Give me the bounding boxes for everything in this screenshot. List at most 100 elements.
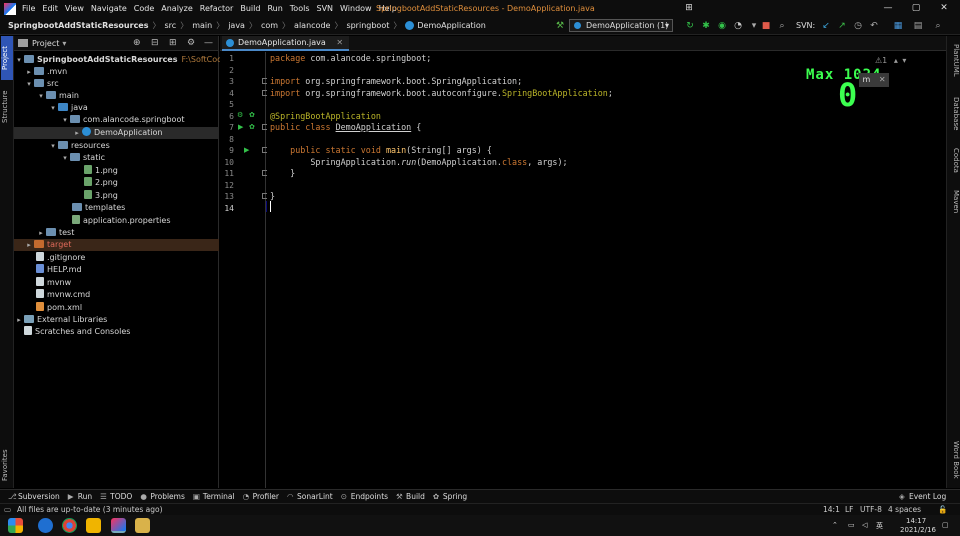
chevron-down-icon[interactable]: ▾	[48, 140, 58, 152]
status-icon[interactable]: ▭	[4, 504, 11, 515]
run-class-icon[interactable]: ▶	[238, 122, 243, 133]
tree-item-templates[interactable]: templates	[14, 202, 219, 214]
file-encoding[interactable]: UTF-8	[860, 504, 882, 515]
tree-item-static[interactable]: ▾ static	[14, 152, 219, 164]
tree-item-main[interactable]: ▾ main	[14, 90, 219, 102]
chevron-down-icon[interactable]: ▾	[48, 102, 58, 114]
revert-icon[interactable]: ↶	[869, 21, 879, 31]
chevron-down-icon[interactable]: ▾	[60, 114, 70, 126]
chevron-down-icon[interactable]: ▾	[36, 90, 46, 102]
menu-file[interactable]: File	[22, 4, 35, 13]
breadcrumb-com[interactable]: com	[261, 21, 278, 30]
tree-item-help-md[interactable]: HELP.md	[14, 264, 219, 276]
tree-item-mvnw-cmd[interactable]: mvnw.cmd	[14, 289, 219, 301]
breadcrumb-project[interactable]: SpringbootAddStaticResources	[8, 21, 149, 30]
menu-tools[interactable]: Tools	[290, 4, 310, 13]
tool-event-log[interactable]: ◈ Event Log	[899, 492, 946, 501]
tool-build[interactable]: ⚒ Build	[396, 492, 425, 501]
folder-icon[interactable]	[135, 518, 150, 533]
menu-navigate[interactable]: Navigate	[91, 4, 127, 13]
notification-icon[interactable]: ▢	[942, 521, 949, 529]
tool-sonarlint[interactable]: ◠ SonarLint	[287, 492, 333, 501]
file-explorer-icon[interactable]	[86, 518, 101, 533]
tool-terminal[interactable]: ▣ Terminal	[193, 492, 235, 501]
network-icon[interactable]: ▭	[848, 521, 855, 529]
taskbar-date[interactable]: 2021/2/16	[900, 526, 936, 534]
tree-item-mvn[interactable]: ▸ .mvn	[14, 66, 219, 78]
collapse-all-icon[interactable]: ⊟	[151, 38, 159, 48]
restore-icon[interactable]: ▢	[902, 0, 930, 17]
close-tab-icon[interactable]: ✕	[336, 38, 343, 47]
tree-item-test[interactable]: ▸ test	[14, 227, 219, 239]
caret-position[interactable]: 14:1	[823, 504, 840, 515]
status-message[interactable]: All files are up-to-date (3 minutes ago)	[17, 504, 163, 515]
minimize-icon[interactable]: —	[874, 0, 902, 17]
breadcrumb-main[interactable]: main	[192, 21, 212, 30]
coverage-icon[interactable]: ◉	[717, 21, 727, 31]
chevron-down-icon[interactable]: ▾	[24, 78, 34, 90]
chevron-right-icon[interactable]: ▸	[14, 314, 24, 326]
tree-item-package[interactable]: ▾ com.alancode.springboot	[14, 114, 219, 126]
chevron-right-icon[interactable]: ▸	[24, 66, 34, 78]
tab-project[interactable]: Project	[1, 36, 13, 80]
tool-run[interactable]: ▶ Run	[68, 492, 92, 501]
expand-all-icon[interactable]: ⊞	[169, 38, 177, 48]
breadcrumb-springboot[interactable]: springboot	[346, 21, 389, 30]
spring-boot-icon[interactable]: ✿	[249, 122, 255, 133]
search-everywhere-icon[interactable]: ⌕	[933, 21, 943, 31]
tool-todo[interactable]: ☰ TODO	[100, 492, 132, 501]
tree-item-png-3[interactable]: 3.png	[14, 190, 219, 202]
chevron-down-icon[interactable]: ▾	[902, 56, 906, 65]
breadcrumb-demoapplication[interactable]: DemoApplication	[417, 21, 485, 30]
chevron-down-icon[interactable]: ▾	[14, 54, 24, 66]
tree-item-png-2[interactable]: 2.png	[14, 177, 219, 189]
gear-icon[interactable]: ⚙	[187, 38, 195, 48]
chevron-down-icon[interactable]: ▾	[62, 39, 66, 48]
tree-item-png-1[interactable]: 1.png	[14, 165, 219, 177]
tree-item-application-properties[interactable]: application.properties	[14, 215, 219, 227]
chevron-right-icon[interactable]: ▸	[72, 127, 82, 139]
debug-icon[interactable]: ✱	[701, 21, 711, 31]
menu-run[interactable]: Run	[267, 4, 282, 13]
menu-refactor[interactable]: Refactor	[200, 4, 234, 13]
tab-structure[interactable]: Structure	[1, 84, 13, 130]
spring-bean-icon[interactable]: ⚙	[237, 110, 243, 121]
chevron-right-icon[interactable]: ▸	[36, 227, 46, 239]
tab-favorites[interactable]: Favorites	[1, 444, 13, 486]
close-icon[interactable]: ✕	[930, 0, 958, 17]
spring-boot-icon[interactable]: ✿	[249, 110, 255, 121]
volume-icon[interactable]: ◁	[862, 521, 867, 529]
tree-item-mvnw[interactable]: mvnw	[14, 277, 219, 289]
breadcrumb-alancode[interactable]: alancode	[294, 21, 330, 30]
menu-code[interactable]: Code	[134, 4, 154, 13]
project-structure-icon[interactable]: ▦	[893, 21, 903, 31]
tree-item-root[interactable]: ▾SpringbootAddStaticResourcesF:\SoftCode…	[14, 54, 262, 66]
profile-icon[interactable]: ◔	[733, 21, 743, 31]
svn-commit-icon[interactable]: ↗	[837, 21, 847, 31]
menu-edit[interactable]: Edit	[42, 4, 58, 13]
intellij-taskbar-icon[interactable]	[111, 518, 126, 533]
tree-item-resources[interactable]: ▾ resources	[14, 140, 219, 152]
menu-build[interactable]: Build	[240, 4, 260, 13]
terminal-icon[interactable]: ▤	[913, 21, 923, 31]
hide-icon[interactable]: —	[204, 38, 213, 48]
history-icon[interactable]: ◷	[853, 21, 863, 31]
svn-update-icon[interactable]: ↙	[821, 21, 831, 31]
tool-subversion[interactable]: ⎇Subversion	[8, 492, 60, 501]
build-hammer-icon[interactable]: ⚒	[555, 21, 565, 31]
chevron-down-icon[interactable]: ▾	[60, 152, 70, 164]
line-separator[interactable]: LF	[845, 504, 854, 515]
tab-database[interactable]: Database	[948, 94, 960, 134]
menu-view[interactable]: View	[65, 4, 84, 13]
search-icon[interactable]: ⌕	[777, 21, 787, 31]
tree-item-target[interactable]: ▸ target	[14, 239, 219, 251]
tree-item-java[interactable]: ▾ java	[14, 102, 219, 114]
tool-spring[interactable]: ✿ Spring	[433, 492, 467, 501]
tab-maven[interactable]: Maven	[948, 186, 960, 218]
search-icon[interactable]	[38, 518, 53, 533]
tree-item-external-libraries[interactable]: ▸ External Libraries	[14, 314, 219, 326]
floating-toolbar[interactable]: m ✕	[859, 73, 889, 87]
breadcrumb-src[interactable]: src	[165, 21, 177, 30]
tab-codota[interactable]: Codota	[948, 142, 960, 178]
chevron-up-icon[interactable]: ▴	[894, 56, 898, 65]
